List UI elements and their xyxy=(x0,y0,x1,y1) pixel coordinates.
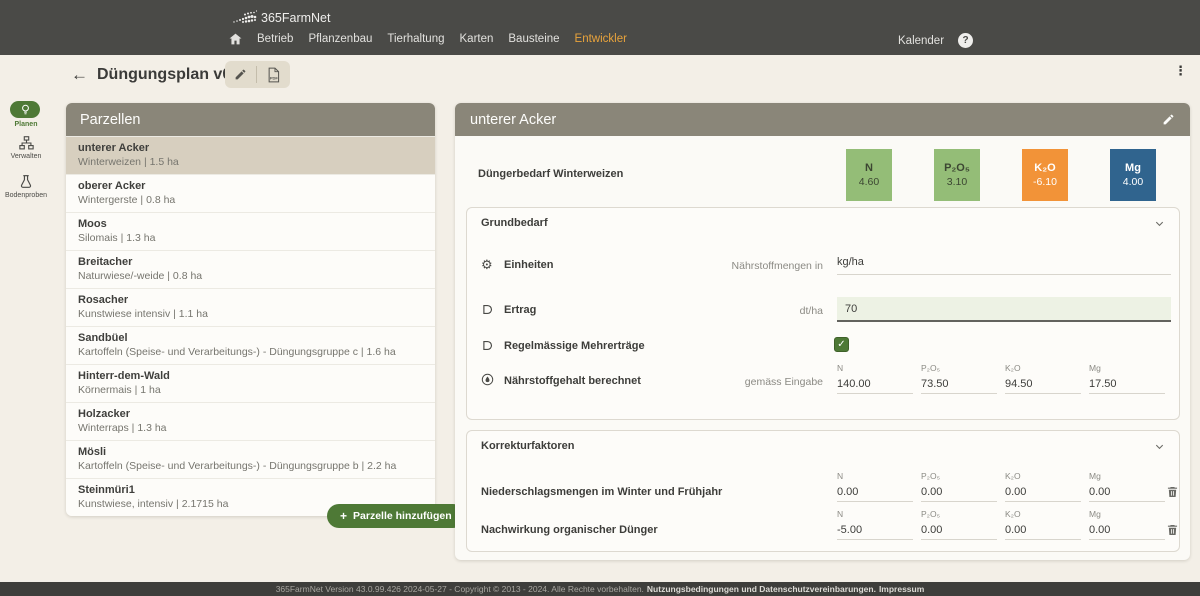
nav-karten[interactable]: Karten xyxy=(460,33,494,45)
mehrertraege-checkbox[interactable]: ✓ xyxy=(834,337,849,352)
korrekturfaktoren-card: Korrekturfaktoren Niederschlagsmengen im… xyxy=(466,430,1180,552)
tile-mg: Mg 4.00 xyxy=(1110,149,1156,201)
logo-text: 365FarmNet xyxy=(261,11,330,25)
chevron-down-icon[interactable] xyxy=(1154,218,1165,229)
fertilizer-need-label: Düngerbedarf Winterweizen xyxy=(478,168,623,180)
parcel-item-hinterr-dem-wald[interactable]: Hinterr-dem-Wald Körnermais | 1 ha xyxy=(66,364,435,402)
korrektur-row-nachwirkung: Nachwirkung organischer Dünger N P₂O₅ K₂… xyxy=(481,509,1165,547)
tile-p2o5: P₂O₅ 3.10 xyxy=(934,149,980,201)
topbar: 365FarmNet Betrieb Pflanzenbau Tierhaltu… xyxy=(0,0,1200,55)
footer-link-terms[interactable]: Nutzungsbedingungen und Datenschutzverei… xyxy=(647,584,876,594)
tile-n: N 4.60 xyxy=(846,149,892,201)
calc-k2o-input[interactable] xyxy=(1005,377,1081,394)
org-chart-icon xyxy=(19,136,34,150)
tile-k2o: K₂O -6.10 xyxy=(1022,149,1068,201)
parcel-item-rosacher[interactable]: Rosacher Kunstwiese intensiv | 1.1 ha xyxy=(66,288,435,326)
add-parcel-button[interactable]: + Parzelle hinzufügen xyxy=(327,504,465,528)
niederschlag-p2o5-input[interactable] xyxy=(921,485,997,502)
einheiten-row: ⚙ Einheiten Nährstoffmengen in kg/ha xyxy=(481,258,1165,284)
niederschlag-n-input[interactable] xyxy=(837,485,913,502)
niederschlag-mg-input[interactable] xyxy=(1089,485,1165,502)
edit-parcel-button[interactable] xyxy=(1162,113,1175,126)
niederschlag-k2o-input[interactable] xyxy=(1005,485,1081,502)
nav-tierhaltung[interactable]: Tierhaltung xyxy=(387,33,444,45)
detail-title: unterer Acker xyxy=(470,112,556,128)
calc-p2o5-input[interactable] xyxy=(921,377,997,394)
calc-mg-input[interactable] xyxy=(1089,377,1165,394)
title-toolbar: PDF xyxy=(225,61,290,88)
trash-icon[interactable] xyxy=(1167,485,1178,503)
trash-icon[interactable] xyxy=(1167,523,1178,541)
lightbulb-icon xyxy=(21,104,30,116)
page-title: Düngungsplan v01 xyxy=(97,66,240,84)
parcel-item-moos[interactable]: Moos Silomais | 1.3 ha xyxy=(66,212,435,250)
nav-betrieb[interactable]: Betrieb xyxy=(257,33,293,45)
calc-n-input[interactable] xyxy=(837,377,913,394)
nachwirkung-k2o-input[interactable] xyxy=(1005,523,1081,540)
rail-item-planen[interactable] xyxy=(10,101,40,118)
nutrient-tiles: N 4.60 P₂O₅ 3.10 K₂O -6.10 Mg 4.00 xyxy=(846,149,1156,201)
nav-bausteine[interactable]: Bausteine xyxy=(508,33,559,45)
main-nav: Betrieb Pflanzenbau Tierhaltung Karten B… xyxy=(229,33,627,45)
chevron-down-icon[interactable] xyxy=(1154,441,1165,452)
parcel-item-sandbuel[interactable]: Sandbüel Kartoffeln (Speise- und Verarbe… xyxy=(66,326,435,364)
naehrstoffgehalt-row: Nährstoffgehalt berechnet gemäss Eingabe… xyxy=(481,363,1165,403)
korrekturfaktoren-header: Korrekturfaktoren xyxy=(467,431,1179,461)
calc-mg-field: Mg xyxy=(1089,363,1165,394)
detail-panel-header: unterer Acker xyxy=(455,103,1190,136)
parcel-item-holzacker[interactable]: Holzacker Winterraps | 1.3 ha xyxy=(66,402,435,440)
pencil-icon xyxy=(234,68,247,81)
footer-version-text: 365FarmNet Version 43.0.99.426 2024-05-2… xyxy=(276,584,644,594)
mehrertraege-row: Regelmässige Mehrerträge ✓ xyxy=(481,339,1165,357)
parcel-item-unterer-acker[interactable]: unterer Acker Winterweizen | 1.5 ha xyxy=(66,136,435,174)
ertrag-input[interactable] xyxy=(837,297,1171,322)
nachwirkung-p2o5-input[interactable] xyxy=(921,523,997,540)
parcels-title: Parzellen xyxy=(80,112,140,128)
nav-pflanzenbau[interactable]: Pflanzenbau xyxy=(308,33,372,45)
rail-label-planen: Planen xyxy=(0,121,52,128)
droplet-circle-icon xyxy=(481,373,494,391)
footer: 365FarmNet Version 43.0.99.426 2024-05-2… xyxy=(0,582,1200,596)
app-root: 365FarmNet Betrieb Pflanzenbau Tierhaltu… xyxy=(0,0,1200,596)
calc-p2o5-field: P₂O₅ xyxy=(921,363,997,394)
pdf-icon: PDF xyxy=(266,67,281,83)
parcel-item-moesli[interactable]: Mösli Kartoffeln (Speise- und Verarbeitu… xyxy=(66,440,435,478)
rail-label-bodenproben: Bodenproben xyxy=(0,192,52,199)
more-options-button[interactable]: ⋮ xyxy=(1174,63,1187,79)
home-icon[interactable] xyxy=(229,33,242,45)
rail-item-bodenproben[interactable] xyxy=(0,174,52,194)
back-button[interactable]: ← xyxy=(71,65,88,85)
parcels-panel: Parzellen unterer Acker Winterweizen | 1… xyxy=(66,103,435,516)
nav-entwickler[interactable]: Entwickler xyxy=(575,33,627,45)
footer-link-impressum[interactable]: Impressum xyxy=(879,584,924,594)
logo: 365FarmNet xyxy=(231,9,330,26)
calc-k2o-field: K₂O xyxy=(1005,363,1081,394)
topbar-right: Kalender ? xyxy=(898,33,973,48)
nachwirkung-mg-input[interactable] xyxy=(1089,523,1165,540)
export-pdf-button[interactable]: PDF xyxy=(257,61,290,88)
calc-n-field: N xyxy=(837,363,913,394)
parcel-detail-panel: unterer Acker Düngerbedarf Winterweizen … xyxy=(455,103,1190,560)
grundbedarf-card: Grundbedarf ⚙ Einheiten Nährstoffmengen … xyxy=(466,207,1180,420)
field-icon xyxy=(481,339,494,357)
parcels-panel-header: Parzellen xyxy=(66,103,435,136)
field-icon xyxy=(481,303,494,321)
nachwirkung-n-input[interactable] xyxy=(837,523,913,540)
plus-icon: + xyxy=(340,509,347,523)
parcel-item-breitacher[interactable]: Breitacher Naturwiese/-weide | 0.8 ha xyxy=(66,250,435,288)
parcel-item-oberer-acker[interactable]: oberer Acker Wintergerste | 0.8 ha xyxy=(66,174,435,212)
korrektur-row-niederschlag: Niederschlagsmengen im Winter und Frühja… xyxy=(481,471,1165,509)
rail-label-verwalten: Verwalten xyxy=(0,153,52,160)
svg-text:PDF: PDF xyxy=(270,75,279,80)
ertrag-row: Ertrag dt/ha xyxy=(481,303,1165,329)
grundbedarf-header: Grundbedarf xyxy=(467,208,1179,238)
nav-kalender[interactable]: Kalender xyxy=(898,35,944,47)
help-icon[interactable]: ? xyxy=(958,33,973,48)
pencil-icon xyxy=(1162,113,1175,126)
logo-dots-icon xyxy=(231,9,258,26)
einheiten-select[interactable]: kg/ha xyxy=(837,256,1171,275)
gear-icon: ⚙ xyxy=(481,258,493,271)
flask-icon xyxy=(19,174,33,189)
edit-plan-button[interactable] xyxy=(225,61,256,88)
